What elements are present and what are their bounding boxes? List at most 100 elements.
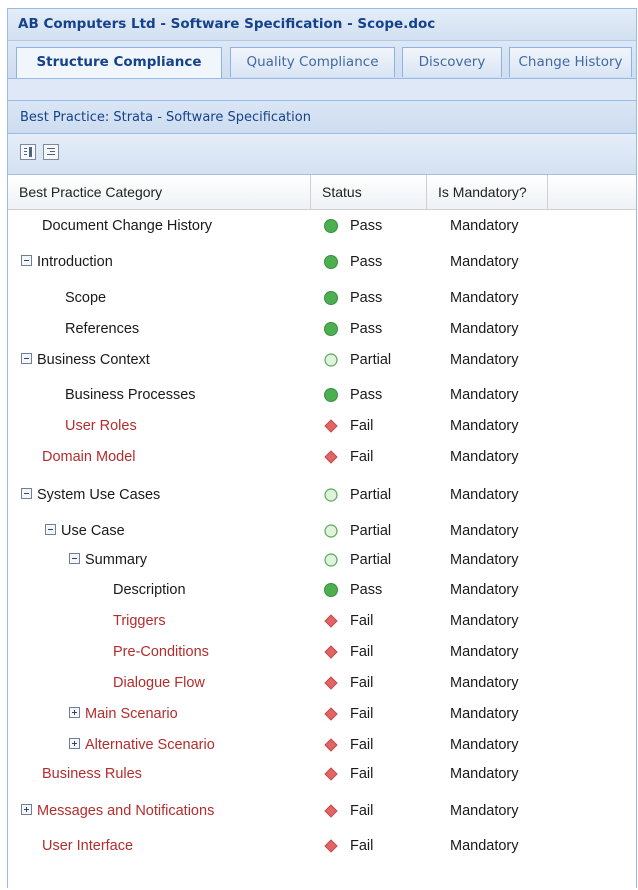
partial-icon bbox=[324, 353, 338, 367]
mandatory-cell: Mandatory bbox=[450, 838, 519, 854]
category-label: Scope bbox=[65, 290, 107, 306]
compliance-grid: Best Practice Category Status Is Mandato… bbox=[8, 175, 636, 888]
table-row[interactable]: Main Scenario Fail Mandatory bbox=[8, 699, 636, 729]
status-label: Pass bbox=[350, 254, 383, 270]
fail-icon bbox=[324, 738, 338, 752]
collapse-toggle-icon[interactable] bbox=[21, 352, 32, 364]
table-row[interactable]: Introduction Pass Mandatory bbox=[8, 247, 636, 277]
table-row[interactable]: Triggers Fail Mandatory bbox=[8, 606, 636, 636]
category-cell: Scope bbox=[65, 283, 106, 313]
status-label: Fail bbox=[350, 803, 374, 819]
mandatory-cell: Mandatory bbox=[450, 352, 519, 368]
expand-all-icon[interactable] bbox=[20, 144, 36, 160]
table-row[interactable]: Description Pass Mandatory bbox=[8, 575, 636, 605]
category-cell: Messages and Notifications bbox=[21, 796, 214, 826]
tab-quality-compliance[interactable]: Quality Compliance bbox=[230, 47, 395, 77]
fail-icon bbox=[324, 450, 338, 464]
category-cell: Alternative Scenario bbox=[69, 730, 215, 760]
table-row[interactable]: Scope Pass Mandatory bbox=[8, 283, 636, 313]
compliance-panel: AB Computers Ltd - Software Specificatio… bbox=[7, 8, 637, 888]
status-label: Fail bbox=[350, 644, 374, 660]
table-row[interactable]: Business Context Partial Mandatory bbox=[8, 345, 636, 375]
mandatory-cell: Mandatory bbox=[450, 387, 519, 403]
category-label: Alternative Scenario bbox=[85, 737, 215, 753]
mandatory-cell: Mandatory bbox=[450, 218, 519, 234]
mandatory-cell: Mandatory bbox=[450, 449, 519, 465]
status-label: Fail bbox=[350, 838, 374, 854]
category-label: Use Case bbox=[61, 523, 125, 539]
table-row[interactable]: Alternative Scenario Fail Mandatory bbox=[8, 730, 636, 760]
status-label: Fail bbox=[350, 449, 374, 465]
table-row[interactable]: Business Processes Pass Mandatory bbox=[8, 380, 636, 410]
table-row[interactable]: Dialogue Flow Fail Mandatory bbox=[8, 668, 636, 698]
mandatory-cell: Mandatory bbox=[450, 737, 519, 753]
status-label: Pass bbox=[350, 290, 383, 306]
best-practice-header: Best Practice: Strata - Software Specifi… bbox=[8, 100, 636, 134]
category-cell: Description bbox=[113, 575, 186, 605]
table-row[interactable]: Summary Partial Mandatory bbox=[8, 545, 636, 575]
table-row[interactable]: User Interface Fail Mandatory bbox=[8, 831, 636, 861]
grid-header: Best Practice Category Status Is Mandato… bbox=[8, 175, 636, 210]
column-header-mandatory[interactable]: Is Mandatory? bbox=[427, 175, 548, 209]
category-label: Pre-Conditions bbox=[113, 644, 209, 660]
status-label: Fail bbox=[350, 613, 374, 629]
table-row[interactable]: Pre-Conditions Fail Mandatory bbox=[8, 637, 636, 667]
table-row[interactable]: Document Change History Pass Mandatory bbox=[8, 211, 636, 241]
tab-discovery[interactable]: Discovery bbox=[402, 47, 502, 77]
category-label: Business Processes bbox=[65, 387, 196, 403]
tab-structure-compliance[interactable]: Structure Compliance bbox=[16, 47, 222, 78]
status-label: Pass bbox=[350, 387, 383, 403]
toolbar bbox=[8, 134, 636, 175]
status-label: Partial bbox=[350, 523, 392, 539]
category-cell: User Roles bbox=[65, 411, 137, 441]
fail-icon bbox=[324, 645, 338, 659]
mandatory-cell: Mandatory bbox=[450, 706, 519, 722]
table-row[interactable]: User Roles Fail Mandatory bbox=[8, 411, 636, 441]
category-cell: User Interface bbox=[42, 831, 133, 861]
collapse-toggle-icon[interactable] bbox=[21, 487, 32, 499]
expand-toggle-icon[interactable] bbox=[21, 803, 32, 815]
partial-icon bbox=[324, 488, 338, 502]
collapse-toggle-icon[interactable] bbox=[45, 523, 56, 535]
expand-toggle-icon[interactable] bbox=[69, 706, 80, 718]
mandatory-cell: Mandatory bbox=[450, 487, 519, 503]
category-cell: Document Change History bbox=[42, 211, 212, 241]
category-cell: Domain Model bbox=[42, 442, 136, 472]
table-row[interactable]: Use Case Partial Mandatory bbox=[8, 516, 636, 546]
category-label: System Use Cases bbox=[37, 487, 161, 503]
table-row[interactable]: Domain Model Fail Mandatory bbox=[8, 442, 636, 472]
category-cell: Triggers bbox=[113, 606, 166, 636]
collapse-all-icon[interactable] bbox=[43, 144, 59, 160]
fail-icon bbox=[324, 839, 338, 853]
category-label: Description bbox=[113, 582, 186, 598]
table-row[interactable]: System Use Cases Partial Mandatory bbox=[8, 480, 636, 510]
category-label: Introduction bbox=[37, 254, 113, 270]
table-row[interactable]: References Pass Mandatory bbox=[8, 314, 636, 344]
pass-icon bbox=[324, 219, 338, 233]
table-row[interactable]: Business Rules Fail Mandatory bbox=[8, 759, 636, 789]
status-label: Fail bbox=[350, 766, 374, 782]
tab-change-history[interactable]: Change History bbox=[509, 47, 632, 77]
mandatory-cell: Mandatory bbox=[450, 254, 519, 270]
collapse-toggle-icon[interactable] bbox=[69, 552, 80, 564]
status-label: Fail bbox=[350, 418, 374, 434]
mandatory-cell: Mandatory bbox=[450, 552, 519, 568]
pass-icon bbox=[324, 291, 338, 305]
category-label: Messages and Notifications bbox=[37, 803, 215, 819]
category-cell: Summary bbox=[69, 545, 147, 575]
category-label: Document Change History bbox=[42, 218, 213, 234]
category-label: References bbox=[65, 321, 140, 337]
category-cell: Business Context bbox=[21, 345, 150, 375]
status-label: Partial bbox=[350, 352, 392, 368]
collapse-toggle-icon[interactable] bbox=[21, 254, 32, 266]
column-header-status[interactable]: Status bbox=[311, 175, 427, 209]
table-row[interactable]: Messages and Notifications Fail Mandatory bbox=[8, 796, 636, 826]
pass-icon bbox=[324, 583, 338, 597]
category-label: Summary bbox=[85, 552, 148, 568]
column-header-category[interactable]: Best Practice Category bbox=[8, 175, 311, 209]
mandatory-cell: Mandatory bbox=[450, 675, 519, 691]
category-cell: Use Case bbox=[45, 516, 125, 546]
category-cell: Dialogue Flow bbox=[113, 668, 205, 698]
category-label: Main Scenario bbox=[85, 706, 178, 722]
expand-toggle-icon[interactable] bbox=[69, 737, 80, 749]
